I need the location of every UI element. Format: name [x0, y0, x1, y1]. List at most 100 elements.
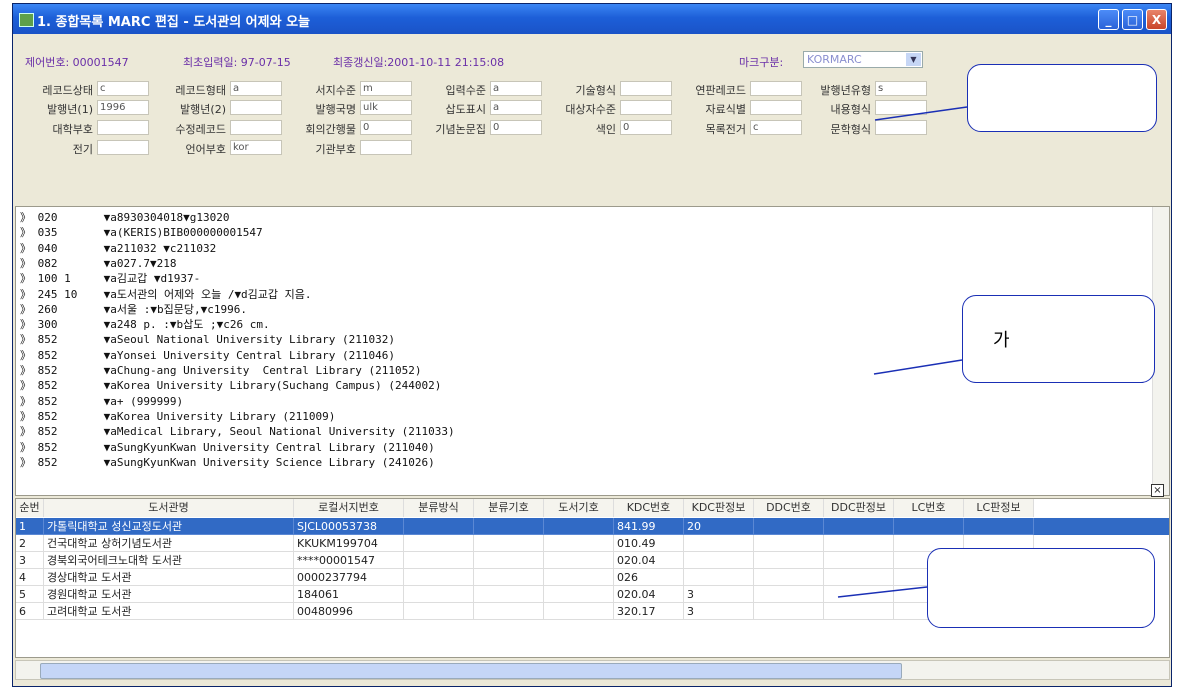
- table-cell: 경북외국어테크노대학 도서관: [44, 552, 294, 569]
- column-header[interactable]: LC판정보: [964, 499, 1034, 517]
- table-cell: KKUKM199704: [294, 535, 404, 552]
- table-cell: [824, 518, 894, 535]
- column-header[interactable]: 순번: [16, 499, 44, 517]
- marc-tag: 852: [37, 379, 58, 393]
- marc-field-line[interactable]: 》 852 ▼aSungKyunKwan University Central L…: [20, 441, 435, 454]
- close-button[interactable]: X: [1146, 9, 1167, 30]
- fixed-field-input[interactable]: ulk: [360, 100, 412, 115]
- chevron-down-icon[interactable]: ▼: [906, 53, 921, 66]
- column-header[interactable]: KDC판정보: [684, 499, 754, 517]
- marc-field-line[interactable]: 》 852 ▼aYonsei University Central Library…: [20, 349, 395, 362]
- fixed-field-input[interactable]: c: [97, 81, 149, 96]
- scrollbar-thumb[interactable]: [40, 663, 902, 679]
- fixed-field-label: 언어부호: [185, 143, 226, 156]
- fixed-field-input[interactable]: [875, 100, 927, 115]
- fixed-field-input[interactable]: s: [875, 81, 927, 96]
- column-header[interactable]: 도서관명: [44, 499, 294, 517]
- marc-field-line[interactable]: 》 300 ▼a248 p. :▼b삽도 ;▼c26 cm.: [20, 318, 270, 331]
- column-header[interactable]: DDC번호: [754, 499, 824, 517]
- column-header[interactable]: 분류기호: [474, 499, 544, 517]
- marc-type-select[interactable]: KORMARC ▼: [803, 51, 923, 68]
- marc-field-line[interactable]: 》 852 ▼aKorea University Library(Suchang …: [20, 379, 441, 392]
- table-cell: [544, 535, 614, 552]
- fixed-field-label: 발행년(2): [180, 103, 226, 116]
- marc-tag: 852: [37, 425, 58, 439]
- fixed-field-input[interactable]: [230, 120, 282, 135]
- table-cell: [894, 518, 964, 535]
- table-cell: [754, 518, 824, 535]
- fixed-field-label: 색인: [595, 123, 616, 136]
- field-marker-icon: 》: [20, 241, 38, 255]
- fixed-field-input[interactable]: [97, 120, 149, 135]
- marc-tag: 260: [37, 302, 58, 316]
- marc-field-data: ▼aSungKyunKwan University Science Librar…: [103, 455, 435, 469]
- column-header[interactable]: LC번호: [894, 499, 964, 517]
- fixed-field-input[interactable]: 0: [490, 120, 542, 135]
- marc-field-line[interactable]: 》 852 ▼aKorea University Library (211009): [20, 410, 335, 423]
- column-header[interactable]: DDC판정보: [824, 499, 894, 517]
- callout-top: [967, 64, 1157, 132]
- marc-field-line[interactable]: 》 852 ▼aSungKyunKwan University Science L…: [20, 456, 435, 469]
- marc-field-line[interactable]: 》 852 ▼aMedical Library, Seoul National U…: [20, 425, 455, 438]
- table-row[interactable]: 1 가톨릭대학교 성신교정도서관 SJCL00053738 841.99 20: [16, 518, 1169, 535]
- table-cell: 2: [16, 535, 44, 552]
- marc-field-data: ▼aChung-ang University Central Library (…: [103, 364, 422, 377]
- fixed-field-label: 발행년(1): [47, 103, 93, 116]
- marc-tag: 852: [37, 440, 58, 454]
- fixed-field-input[interactable]: 0: [620, 120, 672, 135]
- horizontal-scrollbar[interactable]: [15, 660, 1170, 680]
- table-cell: [824, 535, 894, 552]
- marc-field-line[interactable]: 》 035 ▼a(KERIS)BIB000000001547: [20, 226, 263, 239]
- fixed-field-input[interactable]: [360, 140, 412, 155]
- table-cell: ****00001547: [294, 552, 404, 569]
- table-cell: 020.04: [614, 552, 684, 569]
- fixed-field-input[interactable]: kor: [230, 140, 282, 155]
- table-cell: [754, 603, 824, 620]
- marc-field-line[interactable]: 》 852 ▼aChung-ang University Central Libr…: [20, 364, 422, 377]
- column-header[interactable]: 로컬서지번호: [294, 499, 404, 517]
- fixed-field-input[interactable]: [230, 100, 282, 115]
- fixed-field-input[interactable]: 1996: [97, 100, 149, 115]
- table-cell: [404, 586, 474, 603]
- marc-field-data: ▼a도서관의 어제와 오늘 /▼d김교갑 지음.: [103, 287, 312, 301]
- marc-field-line[interactable]: 》 245 10 ▼a도서관의 어제와 오늘 /▼d김교갑 지음.: [20, 288, 312, 301]
- fixed-field-input[interactable]: [620, 81, 672, 96]
- marc-field-line[interactable]: 》 852 ▼aSeoul National University Library…: [20, 333, 395, 346]
- marc-field-line[interactable]: 》 082 ▼a027.7▼218: [20, 257, 176, 270]
- fixed-field-label: 레코드상태: [42, 84, 93, 97]
- fixed-field-input[interactable]: [750, 100, 802, 115]
- marc-field-line[interactable]: 》 100 1 ▼a김교갑 ▼d1937-: [20, 272, 200, 285]
- close-pane-icon[interactable]: ×: [1151, 484, 1164, 497]
- marc-field-line[interactable]: 》 852 ▼a+ (999999): [20, 395, 183, 408]
- title-bar[interactable]: 1. 종합목록 MARC 편집 - 도서관의 어제와 오늘 _ □ X: [13, 4, 1171, 34]
- table-cell: 가톨릭대학교 성신교정도서관: [44, 518, 294, 535]
- fixed-field-input[interactable]: a: [490, 100, 542, 115]
- column-header[interactable]: 도서기호: [544, 499, 614, 517]
- control-number: 제어번호: 00001547: [25, 56, 129, 69]
- callout-bottom: [927, 548, 1155, 628]
- fixed-field-input[interactable]: [620, 100, 672, 115]
- table-cell: 00480996: [294, 603, 404, 620]
- fixed-field-label: 발행년유형: [820, 84, 871, 97]
- table-cell: [404, 569, 474, 586]
- maximize-button[interactable]: □: [1122, 9, 1143, 30]
- marc-field-line[interactable]: 》 040 ▼a211032 ▼c211032: [20, 242, 216, 255]
- column-header[interactable]: KDC번호: [614, 499, 684, 517]
- table-cell: [754, 586, 824, 603]
- marc-tag: 300: [37, 318, 58, 332]
- fixed-field-input[interactable]: a: [490, 81, 542, 96]
- fixed-field-input[interactable]: [750, 81, 802, 96]
- fixed-field-input[interactable]: m: [360, 81, 412, 96]
- table-cell: 건국대학교 상허기념도서관: [44, 535, 294, 552]
- column-header[interactable]: 분류방식: [404, 499, 474, 517]
- fixed-field-input[interactable]: c: [750, 120, 802, 135]
- minimize-button[interactable]: _: [1098, 9, 1119, 30]
- marc-field-line[interactable]: 》 020 ▼a8930304018▼g13020: [20, 211, 229, 224]
- fixed-field-input[interactable]: a: [230, 81, 282, 96]
- marc-field-line[interactable]: 》 260 ▼a서울 :▼b집문당,▼c1996.: [20, 303, 247, 316]
- fixed-field-input[interactable]: [97, 140, 149, 155]
- fixed-field-input[interactable]: 0: [360, 120, 412, 135]
- table-cell: 0000237794: [294, 569, 404, 586]
- table-cell: [824, 569, 894, 586]
- fixed-field-input[interactable]: [875, 120, 927, 135]
